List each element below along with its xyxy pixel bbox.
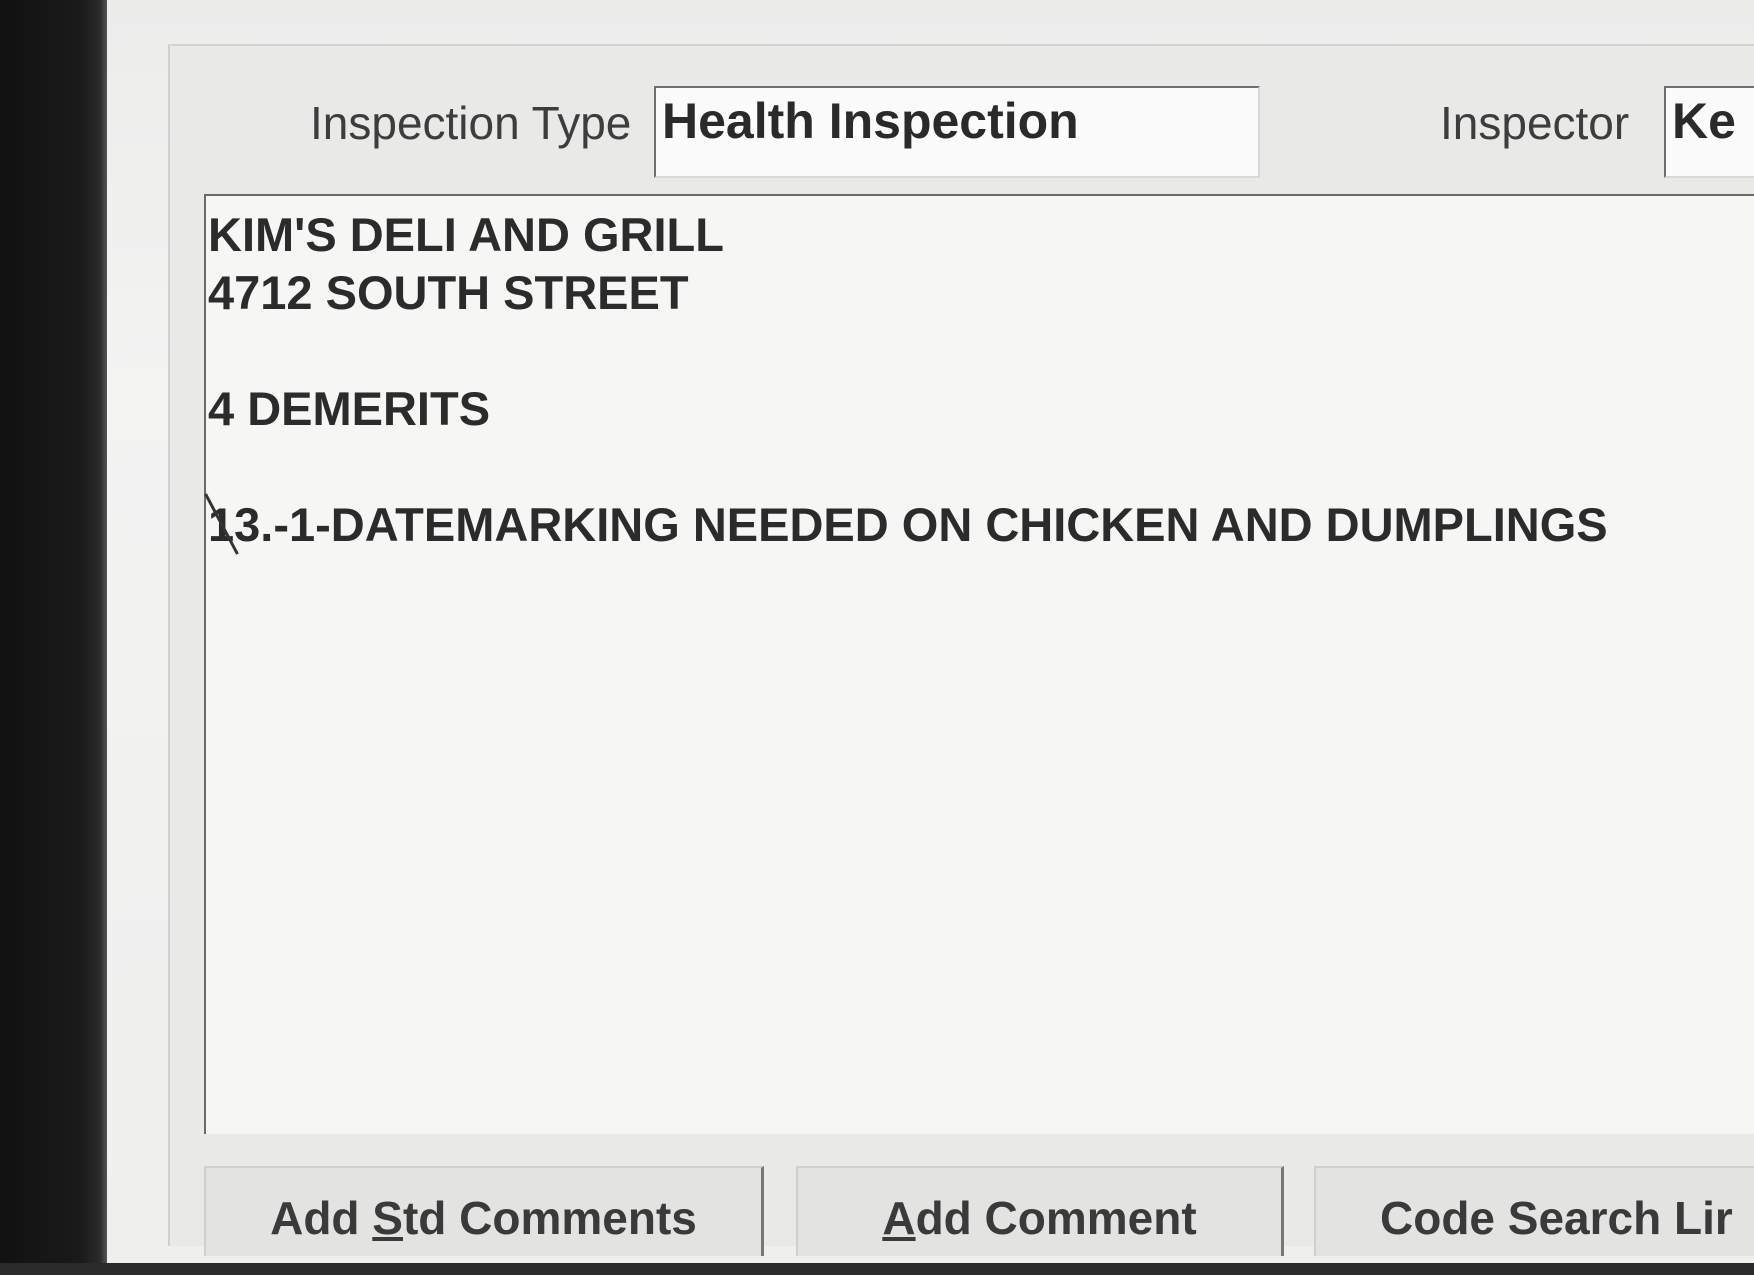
accelerator-key: S — [372, 1192, 403, 1244]
add-std-comments-button[interactable]: Add Std Comments — [204, 1166, 764, 1256]
inspection-type-label: Inspection Type — [310, 97, 632, 149]
scan-bottom-border — [0, 1263, 1754, 1275]
inspector-field[interactable]: Ke — [1664, 86, 1754, 178]
code-search-button[interactable]: Code Search Lir — [1314, 1166, 1754, 1256]
comment-blank-line — [208, 322, 1754, 380]
comment-establishment-name: KIM'S DELI AND GRILL — [208, 208, 724, 261]
inspection-comments-window: Inspection Type Health Inspection Inspec… — [168, 44, 1754, 1256]
inspection-type-field[interactable]: Health Inspection — [654, 86, 1260, 178]
comments-textarea[interactable]: KIM'S DELI AND GRILL 4712 SOUTH STREET 4… — [204, 194, 1754, 1134]
scanned-page: Inspection Type Health Inspection Inspec… — [0, 0, 1754, 1275]
comment-violation: 13.-1-DATEMARKING NEEDED ON CHICKEN AND … — [208, 496, 1754, 554]
violation-text: -1-DATEMARKING NEEDED ON CHICKEN AND DUM… — [273, 498, 1608, 551]
scan-left-border — [0, 0, 107, 1275]
inspector-label: Inspector — [1440, 97, 1630, 149]
comment-demerits: 4 DEMERITS — [208, 382, 491, 435]
comment-blank-line — [208, 438, 1754, 496]
comment-address: 4712 SOUTH STREET — [208, 266, 689, 319]
accelerator-key: A — [882, 1192, 916, 1244]
violation-code-handwritten-strike: 13. — [208, 496, 273, 554]
add-comment-button[interactable]: Add Comment — [796, 1166, 1284, 1256]
button-row: Add Std Comments Add Comment Code Search… — [204, 1166, 1754, 1256]
